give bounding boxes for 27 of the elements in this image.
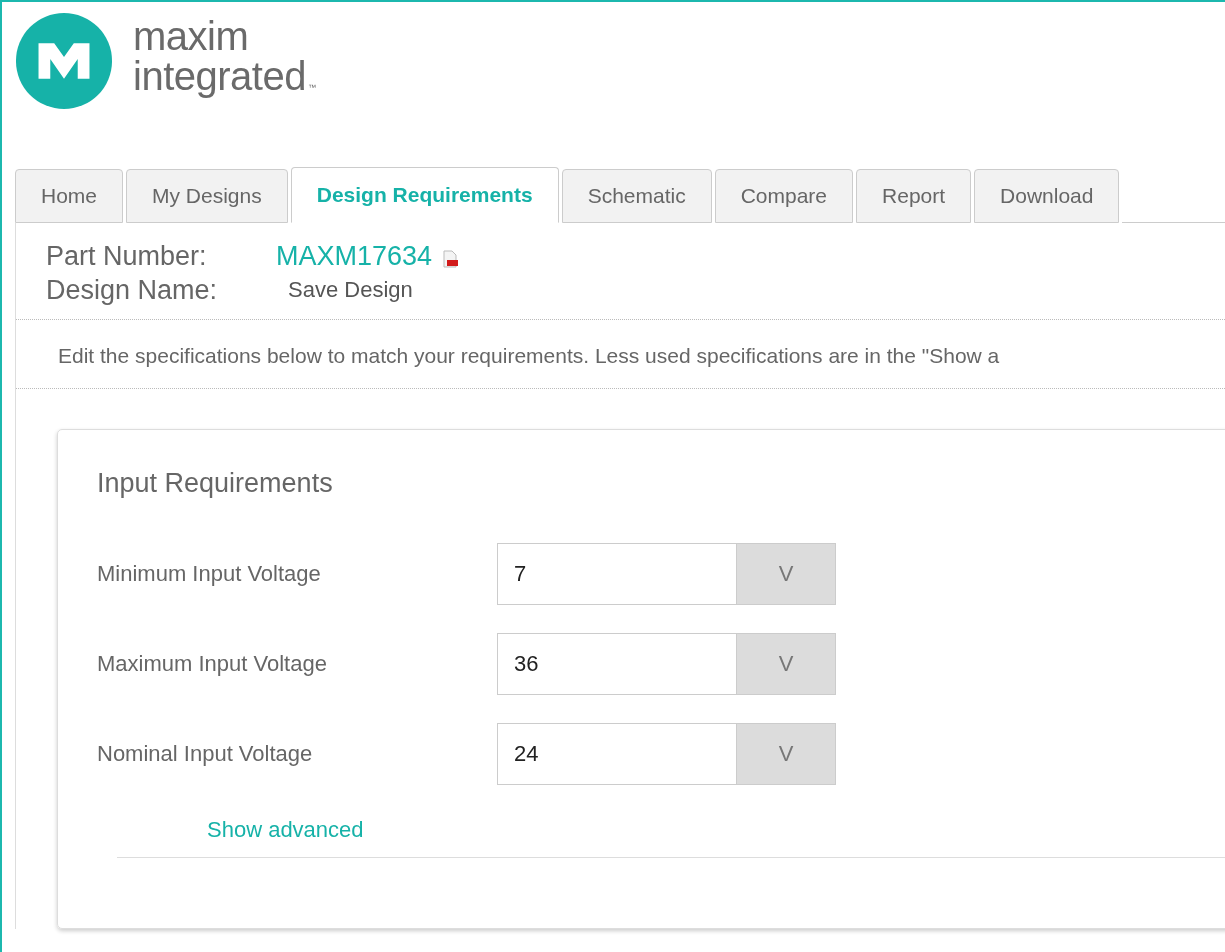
voltage-input[interactable]: 24 (497, 723, 736, 785)
tab[interactable]: Report (856, 169, 972, 223)
tab[interactable]: Schematic (561, 169, 712, 223)
tab[interactable]: My Designs (126, 169, 288, 223)
design-name-value: Save Design (288, 277, 413, 303)
unit-label: V (736, 543, 836, 605)
field-label: Part Number: (46, 240, 208, 272)
unit-label: V (736, 723, 836, 785)
field-label: Minimum Input Voltage (97, 561, 322, 587)
voltage-input[interactable]: 36 (497, 633, 736, 695)
field-label: Maximum Input Voltage (97, 651, 328, 677)
tab[interactable]: Compare (714, 169, 854, 223)
logo-text: integrated™ (133, 56, 316, 100)
show-advanced-link[interactable]: Show advanced (207, 817, 364, 843)
voltage-input[interactable]: 7 (497, 543, 736, 605)
tab[interactable]: Design Requirements (290, 167, 559, 223)
card-title: Input Requirements (97, 468, 334, 499)
tab[interactable]: Download (974, 169, 1120, 223)
pdf-file-icon[interactable] (442, 250, 459, 268)
logo-icon (15, 12, 113, 110)
tab[interactable]: Home (15, 169, 124, 223)
instructions-text: Edit the specifications below to match your requirements. Less used specifications are in the "Show a (16, 320, 1225, 389)
field-label: Design Name: (46, 274, 219, 306)
field-label: Nominal Input Voltage (97, 741, 314, 767)
unit-label: V (736, 633, 836, 695)
part-number-link[interactable]: MAXM17634 (276, 240, 433, 272)
logo-text: maxim (133, 16, 250, 56)
